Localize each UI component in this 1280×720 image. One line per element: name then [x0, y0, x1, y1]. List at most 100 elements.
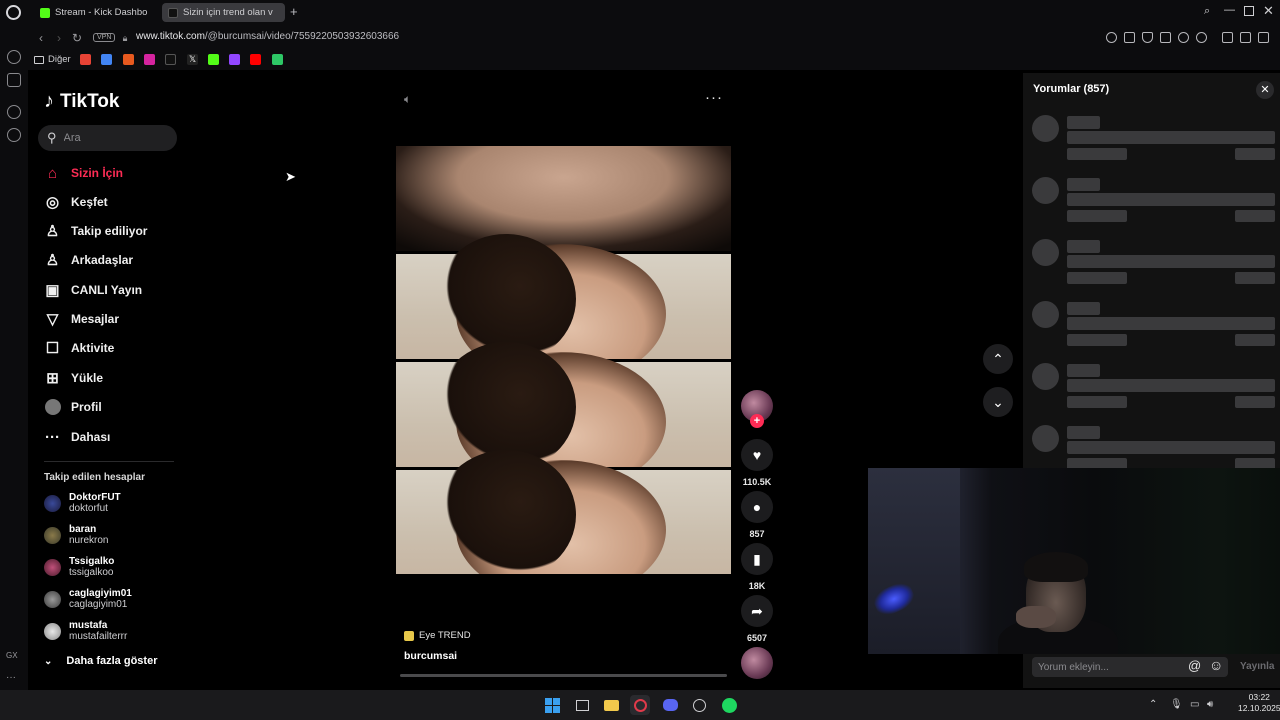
video-more-options-icon[interactable]: ··· [705, 89, 723, 106]
nav-messages[interactable]: ▽ Mesajlar [44, 308, 119, 330]
microphone-icon[interactable]: 🎙︎ [1170, 699, 1183, 710]
spotify-icon[interactable] [719, 695, 739, 715]
share-icon[interactable]: ➦ [741, 595, 773, 627]
post-comment-button[interactable]: Yayınla [1240, 661, 1274, 672]
new-tab-plus-icon[interactable]: + [290, 4, 298, 19]
video-player[interactable] [396, 146, 731, 574]
account-username: nurekron [69, 535, 109, 546]
instagram-bookmark-icon[interactable] [144, 54, 155, 65]
file-explorer-icon[interactable] [601, 695, 621, 715]
sound-tag[interactable]: Eye TREND [404, 630, 471, 641]
twitch-bookmark-icon[interactable] [229, 54, 240, 65]
reload-icon[interactable]: ↻ [70, 31, 84, 45]
discord-icon[interactable] [660, 695, 680, 715]
rail-more-icon[interactable]: ··· [6, 672, 16, 683]
opera-gx-taskbar-icon[interactable] [630, 695, 650, 715]
next-video-button[interactable]: ⌄ [983, 387, 1013, 417]
account-name: baran [69, 524, 97, 535]
webcam-wall [868, 468, 960, 654]
workspace-icon[interactable] [7, 73, 21, 87]
nav-friends[interactable]: ♙ Arkadaşlar [44, 249, 133, 271]
gmail-bookmark-icon[interactable] [80, 54, 91, 65]
tab-kick-stream[interactable]: Stream - Kick Dashbo [34, 3, 156, 22]
volume-icon[interactable]: 🔊︎ [1207, 699, 1213, 710]
tray-chevron-up-icon[interactable]: ⌃ [1149, 699, 1157, 710]
nav-for-you[interactable]: ⌂ Sizin İçin [44, 162, 123, 184]
mute-icon[interactable]: 🔈︎ [404, 92, 411, 107]
comment-action[interactable]: ● 857 [741, 491, 773, 539]
emoji-icon[interactable]: ☺ [1209, 657, 1223, 673]
account-item[interactable]: baran nurekron [44, 524, 108, 546]
menu-icon[interactable] [1258, 32, 1269, 43]
windows-start-icon[interactable] [542, 695, 562, 715]
url-field[interactable]: www.tiktok.com/@burcumsai/video/75592205… [136, 31, 399, 42]
account-item[interactable]: caglagiyim01 caglagiyim01 [44, 588, 132, 610]
translate-icon[interactable] [1160, 32, 1171, 43]
opera-gx-logo-icon[interactable] [6, 5, 21, 20]
play-icon[interactable] [1178, 32, 1189, 43]
comment-input[interactable] [1038, 661, 1178, 673]
show-more-accounts[interactable]: ⌄ Daha fazla göster [44, 655, 157, 667]
like-action[interactable]: ♥ 110.5K [741, 439, 773, 487]
share-action[interactable]: ➦ 6507 [741, 595, 773, 643]
search-tabs-icon[interactable]: ⌕ [1204, 5, 1210, 18]
bookmark-icon[interactable]: ▮ [741, 543, 773, 575]
back-icon[interactable]: ‹ [34, 31, 48, 45]
taskbar-clock[interactable]: 03:22 12.10.2025 [1238, 692, 1280, 714]
bookmarks-folder[interactable]: Diğer [34, 54, 71, 65]
save-action[interactable]: ▮ 18K [741, 543, 773, 591]
forward-icon[interactable]: › [52, 31, 66, 45]
follow-plus-icon[interactable]: + [750, 414, 764, 428]
youtube-bookmark-icon[interactable] [250, 54, 261, 65]
video-progress-bar[interactable] [400, 674, 727, 677]
shield-icon[interactable] [1142, 32, 1153, 43]
address-bar: ‹ › ↻ VPN 🔒︎ www.tiktok.com/@burcumsai/v… [28, 25, 1280, 50]
nav-explore[interactable]: ◎ Keşfet [44, 191, 108, 213]
lock-icon[interactable]: 🔒︎ [118, 31, 132, 45]
nav-live[interactable]: ▣ CANLI Yayın [44, 279, 142, 301]
account-username: doktorfut [69, 503, 108, 514]
nav-profile[interactable]: Profil [44, 396, 102, 418]
account-item[interactable]: Tssigalko tssigalkoo [44, 556, 114, 578]
account-item[interactable]: mustafa mustafailterrr [44, 620, 127, 642]
bookmark-icon[interactable] [272, 54, 283, 65]
heart-icon[interactable]: ♥ [741, 439, 773, 471]
maximize-icon[interactable] [1244, 6, 1254, 16]
snapshot-icon[interactable] [1124, 32, 1135, 43]
refresh-panel-icon[interactable] [7, 50, 21, 64]
app-icon[interactable] [689, 695, 709, 715]
kick-bookmark-icon[interactable] [208, 54, 219, 65]
heart-icon[interactable] [1196, 32, 1207, 43]
search-box[interactable]: ⚲ [38, 125, 177, 151]
translate-bookmark-icon[interactable] [101, 54, 112, 65]
vpn-badge[interactable]: VPN [93, 33, 116, 42]
network-icon[interactable]: ▭ [1190, 699, 1199, 710]
nav-more[interactable]: ··· Dahası [44, 426, 110, 448]
x-bookmark-icon[interactable]: 𝕏 [187, 54, 198, 65]
previous-video-button[interactable]: ⌃ [983, 344, 1013, 374]
skeleton-line [1067, 379, 1275, 392]
task-view-icon[interactable] [572, 695, 592, 715]
tiktok-bookmark-icon[interactable] [165, 54, 176, 65]
account-item[interactable]: DoktorFUT doktorfut [44, 492, 121, 514]
settings-gear-icon[interactable] [7, 128, 21, 142]
browser-sidebar: GX ··· [0, 0, 28, 690]
pin-icon[interactable] [1106, 32, 1117, 43]
nav-following[interactable]: ♙ Takip ediliyor [44, 220, 148, 242]
sound-disc-avatar[interactable] [741, 647, 773, 679]
tab-tiktok-active[interactable]: Sizin için trend olan v [162, 3, 285, 22]
close-window-icon[interactable]: ✕ [1263, 3, 1274, 19]
close-comments-icon[interactable]: ✕ [1256, 81, 1274, 99]
bookmark-icon[interactable] [123, 54, 134, 65]
tiktok-logo[interactable]: ♪ TikTok [44, 90, 119, 113]
mention-icon[interactable]: @ [1188, 658, 1201, 673]
extensions-icon[interactable] [1222, 32, 1233, 43]
history-icon[interactable] [7, 105, 21, 119]
search-input[interactable] [63, 132, 154, 144]
nav-upload[interactable]: ⊞ Yükle [44, 367, 103, 389]
minimize-icon[interactable]: — [1224, 4, 1235, 16]
account-icon[interactable] [1240, 32, 1251, 43]
nav-activity[interactable]: ☐ Aktivite [44, 337, 115, 359]
comment-icon[interactable]: ● [741, 491, 773, 523]
author-username[interactable]: burcumsai [404, 650, 457, 662]
